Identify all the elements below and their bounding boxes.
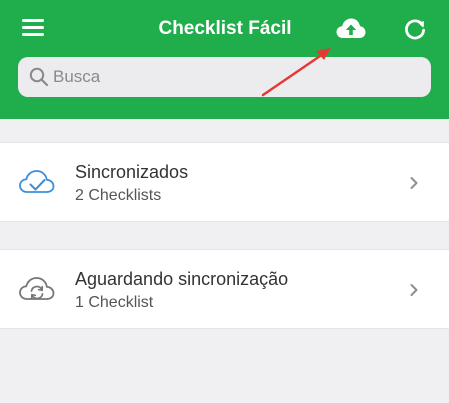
menu-icon-line xyxy=(22,19,44,22)
cloud-upload-icon xyxy=(336,18,366,38)
list-item-title: Aguardando sincronização xyxy=(75,269,289,289)
list-item-title: Sincronizados xyxy=(75,162,189,182)
menu-icon-line xyxy=(22,26,44,29)
menu-icon-line xyxy=(22,33,44,36)
chevron-right-icon xyxy=(410,284,418,296)
list-item-subtitle: 2 Checklists xyxy=(75,187,162,204)
search-bar[interactable] xyxy=(18,57,431,97)
menu-button[interactable] xyxy=(22,18,46,38)
search-input[interactable] xyxy=(53,57,418,97)
chevron-right-icon xyxy=(410,177,418,189)
cloud-check-icon xyxy=(19,170,55,193)
app-screen: Checklist Fácil Busca Sincronizados 2 Ch… xyxy=(0,0,449,403)
upload-button[interactable] xyxy=(335,16,367,42)
list-item-sincronizados[interactable]: Sincronizados 2 Checklists xyxy=(0,142,449,222)
cloud-sync-icon xyxy=(19,277,55,300)
refresh-button[interactable] xyxy=(402,16,428,42)
list-item-aguardando[interactable]: Aguardando sincronização 1 Checklist xyxy=(0,249,449,329)
refresh-icon xyxy=(405,19,425,40)
list-item-subtitle: 1 Checklist xyxy=(75,294,154,311)
search-icon xyxy=(29,67,49,87)
app-title: Checklist Fácil xyxy=(158,18,292,39)
top-bar: Checklist Fácil xyxy=(0,0,449,119)
